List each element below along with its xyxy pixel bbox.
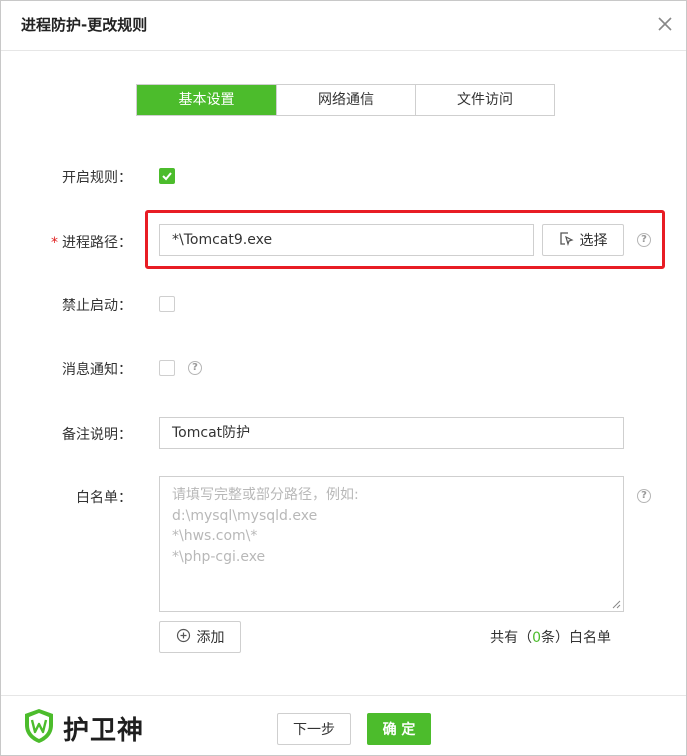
placeholder-line: d:\mysql\mysqld.exe (172, 507, 318, 524)
select-cursor-icon (559, 231, 574, 250)
count-prefix: 共有（ (490, 630, 533, 646)
tab-basic-settings[interactable]: 基本设置 (137, 85, 276, 115)
tab-file-access[interactable]: 文件访问 (415, 85, 554, 115)
block-start-label: 禁止启动： (62, 298, 132, 314)
block-start-checkbox[interactable] (159, 296, 175, 312)
placeholder-line: *\php-cgi.exe (172, 548, 266, 565)
remark-input[interactable]: Tomcat防护 (159, 417, 624, 449)
next-step-button[interactable]: 下一步 (277, 713, 351, 745)
notify-label: 消息通知： (62, 362, 132, 378)
brand: 护卫神 (23, 708, 144, 748)
close-icon[interactable] (654, 13, 676, 35)
select-button-label: 选择 (579, 233, 608, 249)
notify-help-icon[interactable]: ? (188, 361, 202, 375)
required-mark: * (51, 235, 58, 251)
dialog-footer: 护卫神 下一步 确 定 (1, 695, 686, 755)
whitelist-textarea[interactable]: 请填写完整或部分路径，例如: d:\mysql\mysqld.exe *\hws… (159, 476, 624, 612)
process-path-input[interactable]: *\Tomcat9.exe (159, 224, 534, 256)
tab-network[interactable]: 网络通信 (276, 85, 415, 115)
plus-circle-icon (176, 628, 191, 647)
brand-name: 护卫神 (63, 715, 145, 746)
count-suffix: 条）白名单 (541, 630, 611, 646)
whitelist-count: 共有（0条）白名单 (490, 627, 611, 647)
select-button[interactable]: 选择 (542, 224, 624, 256)
process-path-help-icon[interactable]: ? (637, 233, 651, 247)
enable-rule-label: 开启规则： (62, 170, 132, 186)
remark-label: 备注说明： (62, 427, 132, 443)
whitelist-help-icon[interactable]: ? (637, 489, 651, 503)
rule-dialog: 进程防护-更改规则 基本设置 网络通信 文件访问 开启规则： * 进程路径： *\… (0, 0, 687, 756)
process-path-label-text: 进程路径： (62, 235, 132, 251)
count-value: 0 (532, 630, 541, 646)
placeholder-line: 请填写完整或部分路径，例如: (172, 487, 359, 503)
add-button-label: 添加 (196, 630, 225, 646)
notify-checkbox[interactable] (159, 360, 175, 376)
dialog-title: 进程防护-更改规则 (21, 16, 148, 34)
placeholder-line: *\hws.com\* (172, 528, 258, 544)
enable-rule-checkbox[interactable] (159, 168, 175, 184)
process-path-label: * 进程路径： (1, 232, 132, 252)
add-button[interactable]: 添加 (159, 621, 241, 653)
shield-logo-icon (23, 708, 55, 748)
check-icon (162, 172, 172, 181)
confirm-button[interactable]: 确 定 (367, 713, 431, 745)
dialog-titlebar: 进程防护-更改规则 (1, 1, 686, 51)
resize-grip-icon[interactable] (612, 600, 621, 609)
tab-bar: 基本设置 网络通信 文件访问 (136, 84, 555, 116)
whitelist-label: 白名单： (76, 490, 132, 506)
